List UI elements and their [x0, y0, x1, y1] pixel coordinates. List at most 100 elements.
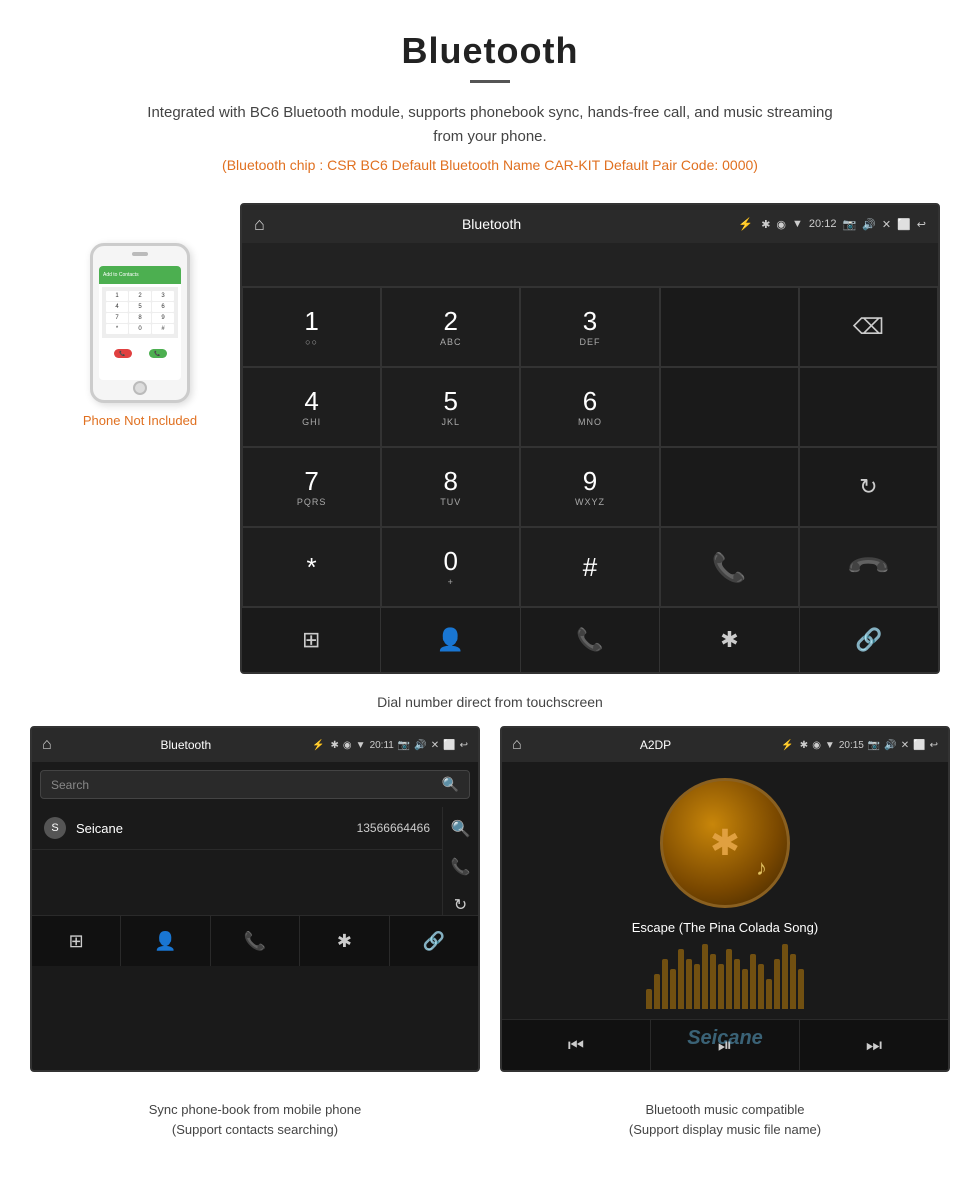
eq-bar [710, 954, 716, 1009]
phonebook-win-icon[interactable]: ⬜ [443, 740, 455, 751]
music-close-icon[interactable]: ✕ [901, 740, 909, 751]
dial-caption: Dial number direct from touchscreen [0, 684, 980, 726]
eq-bar [750, 954, 756, 1009]
phone-key: 3 [152, 291, 174, 301]
pb-nav-bluetooth[interactable]: ✱ [300, 916, 389, 966]
key-7[interactable]: 7 PQRS [242, 447, 381, 527]
dial-nav-bluetooth[interactable]: ✱ [660, 608, 799, 672]
bottom-panels: ⌂ Bluetooth ⚡ ✱ ◉ ▼ 20:11 📷 🔊 ✕ ⬜ ↩ Sear… [0, 726, 980, 1072]
phone-key: 7 [106, 313, 128, 323]
window-icon[interactable]: ⬜ [897, 218, 911, 231]
phone-key: 0 [129, 324, 151, 334]
equalizer-display [512, 949, 938, 1009]
music-vol-icon: 🔊 [884, 740, 896, 751]
music-time: 20:15 [839, 740, 864, 751]
phonebook-sig-icon: ▼ [356, 740, 366, 751]
search-placeholder: Search [51, 778, 442, 792]
keypad-grid: 1 ○○ 2 ABC 3 DEF ⌫ 4 GHI 5 JKL [242, 287, 938, 607]
back-icon[interactable]: ↩ [917, 218, 926, 231]
refresh-icon-side[interactable]: ↻ [454, 895, 467, 915]
dial-bottom-bar: ⊞ 👤 📞 ✱ 🔗 [242, 607, 938, 672]
music-status-icons: ✱ ◉ ▼ 20:15 📷 🔊 ✕ ⬜ ↩ [800, 740, 938, 751]
key-3[interactable]: 3 DEF [520, 287, 659, 367]
music-status-bar: ⌂ A2DP ⚡ ✱ ◉ ▼ 20:15 📷 🔊 ✕ ⬜ ↩ [502, 728, 948, 762]
contact-item[interactable]: S Seicane 13566664466 [32, 807, 442, 850]
key-end-call[interactable]: 📞 [799, 527, 938, 607]
music-sig-icon: ▼ [825, 740, 835, 751]
phone-icon-side[interactable]: 📞 [451, 857, 471, 877]
dial-nav-calls[interactable]: 📞 [521, 608, 660, 672]
phonebook-action-icons: 🔍 📞 ↻ [442, 807, 478, 915]
music-loc-icon: ◉ [812, 740, 821, 751]
key-8[interactable]: 8 TUV [381, 447, 520, 527]
phonebook-usb-icon: ⚡ [312, 740, 324, 751]
phonebook-close-icon[interactable]: ✕ [431, 740, 439, 751]
camera-icon: 📷 [842, 218, 856, 231]
music-usb-icon: ⚡ [781, 740, 793, 751]
phone-key: 4 [106, 302, 128, 312]
key-call[interactable]: 📞 [660, 527, 799, 607]
eq-bar [798, 969, 804, 1009]
eq-bar [726, 949, 732, 1009]
close-icon[interactable]: ✕ [882, 218, 891, 231]
eq-bar [646, 989, 652, 1009]
key-empty-2 [660, 367, 799, 447]
eq-bar [678, 949, 684, 1009]
music-prev[interactable]: ⏮ [502, 1020, 651, 1070]
phone-key: 2 [129, 291, 151, 301]
phone-key: 9 [152, 313, 174, 323]
dial-nav-contacts[interactable]: 👤 [381, 608, 520, 672]
music-home-icon[interactable]: ⌂ [512, 736, 522, 754]
pb-nav-keypad[interactable]: ⊞ [32, 916, 121, 966]
key-1[interactable]: 1 ○○ [242, 287, 381, 367]
phone-bar-text: Add to Contacts [103, 272, 139, 278]
status-icons-right: ✱ ◉ ▼ 20:12 📷 🔊 ✕ ⬜ ↩ [761, 218, 926, 231]
music-win-icon[interactable]: ⬜ [913, 740, 925, 751]
eq-bar [670, 969, 676, 1009]
phonebook-caption-line1: Sync phone-book from mobile phone [149, 1102, 361, 1117]
key-redial[interactable]: ↻ [799, 447, 938, 527]
description: Integrated with BC6 Bluetooth module, su… [140, 101, 840, 149]
key-backspace[interactable]: ⌫ [799, 287, 938, 367]
music-note-icon: ♪ [756, 855, 767, 881]
eq-bar [742, 969, 748, 1009]
dial-nav-keypad[interactable]: ⊞ [242, 608, 381, 672]
eq-bar [718, 964, 724, 1009]
bluetooth-art-icon: ✱ [710, 822, 740, 864]
key-star[interactable]: * [242, 527, 381, 607]
eq-bar [758, 964, 764, 1009]
music-next[interactable]: ⏭ [800, 1020, 948, 1070]
search-icon-side[interactable]: 🔍 [451, 819, 471, 839]
phone-key: * [106, 324, 128, 334]
phone-top-bar: Add to Contacts [99, 266, 181, 284]
key-9[interactable]: 9 WXYZ [520, 447, 659, 527]
key-hash[interactable]: # [520, 527, 659, 607]
music-play-pause[interactable]: ⏯ [651, 1020, 800, 1070]
pb-nav-contacts[interactable]: 👤 [121, 916, 210, 966]
phonebook-bt-icon: ✱ [331, 740, 339, 751]
phonebook-back-icon[interactable]: ↩ [460, 740, 468, 751]
phonebook-bottom-bar: ⊞ 👤 📞 ✱ 🔗 [32, 915, 478, 966]
phonebook-area: S Seicane 13566664466 🔍 📞 ↻ [32, 807, 478, 915]
usb-icon: ⚡ [738, 217, 753, 231]
key-6[interactable]: 6 MNO [520, 367, 659, 447]
eq-bar [694, 964, 700, 1009]
home-icon[interactable]: ⌂ [254, 214, 265, 235]
pb-nav-link[interactable]: 🔗 [390, 916, 478, 966]
phone-key: 5 [129, 302, 151, 312]
volume-icon: 🔊 [862, 218, 876, 231]
title-underline [470, 80, 510, 83]
phonebook-status-icons: ✱ ◉ ▼ 20:11 📷 🔊 ✕ ⬜ ↩ [331, 740, 468, 751]
pb-nav-calls[interactable]: 📞 [211, 916, 300, 966]
phonebook-home-icon[interactable]: ⌂ [42, 736, 52, 754]
eq-bar [790, 954, 796, 1009]
key-0[interactable]: 0 + [381, 527, 520, 607]
phonebook-search-bar[interactable]: Search 🔍 [40, 770, 470, 799]
key-5[interactable]: 5 JKL [381, 367, 520, 447]
dial-nav-link[interactable]: 🔗 [800, 608, 938, 672]
music-back-icon[interactable]: ↩ [930, 740, 938, 751]
key-4[interactable]: 4 GHI [242, 367, 381, 447]
key-2[interactable]: 2 ABC [381, 287, 520, 367]
music-title: A2DP [530, 738, 782, 752]
phonebook-caption: Sync phone-book from mobile phone (Suppo… [30, 1092, 480, 1147]
